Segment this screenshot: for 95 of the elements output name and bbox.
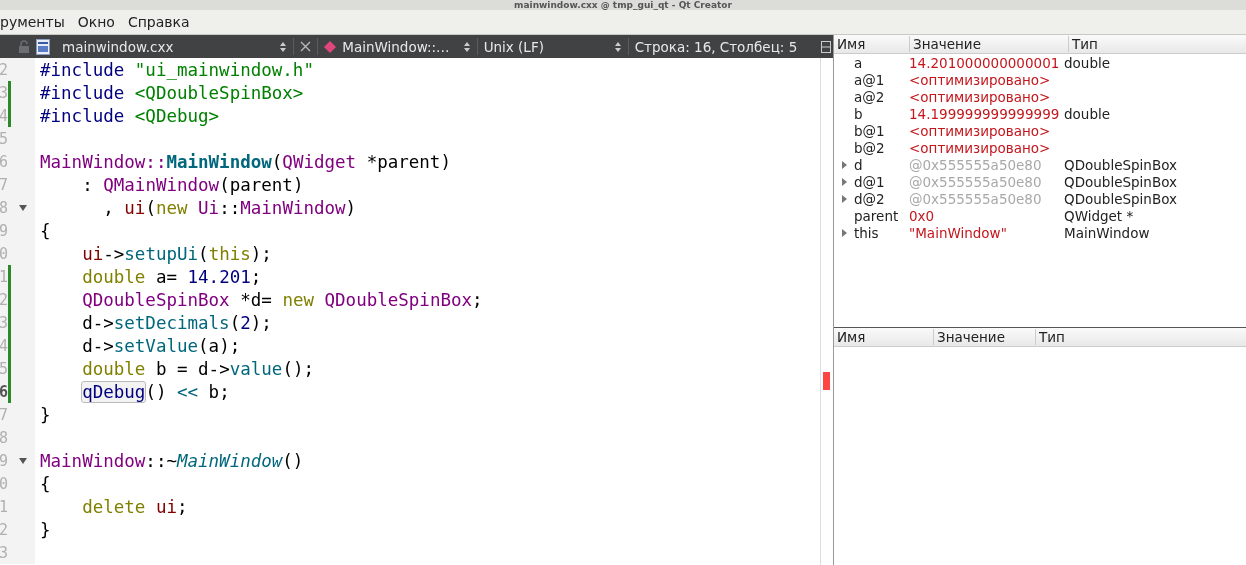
line-ending-dropdown[interactable]: Unix (LF) bbox=[483, 38, 608, 55]
variable-name: this bbox=[854, 224, 879, 241]
line-number: 7 bbox=[0, 404, 8, 426]
variable-name: d bbox=[854, 156, 863, 173]
line-number: 6 bbox=[0, 151, 8, 173]
variable-name: a@1 bbox=[854, 71, 885, 88]
variable-type: double bbox=[1064, 54, 1110, 71]
line-number: 1 bbox=[0, 266, 8, 288]
variable-name: b@2 bbox=[854, 139, 885, 156]
variable-value: "MainWindow" bbox=[909, 224, 1007, 241]
line-number: 7 bbox=[0, 174, 8, 196]
line-number: 3 bbox=[0, 542, 8, 564]
code-line: { bbox=[40, 473, 51, 494]
variable-value: @0x555555a50e80 bbox=[909, 156, 1042, 173]
line-number: 3 bbox=[0, 312, 8, 334]
line-number: 3 bbox=[0, 82, 8, 104]
fold-arrow-icon[interactable] bbox=[19, 457, 27, 464]
variable-name: parent bbox=[854, 207, 899, 224]
variable-name: a bbox=[854, 54, 863, 71]
code-line: } bbox=[40, 404, 51, 425]
code-line: d->setDecimals(2); bbox=[81, 312, 272, 333]
column-header[interactable]: Имя bbox=[834, 329, 933, 345]
code-line: , ui(new Ui::MainWindow) bbox=[102, 197, 357, 218]
variable-type: QDoubleSpinBox bbox=[1064, 156, 1177, 173]
line-number: 9 bbox=[0, 220, 8, 242]
line-number: 2 bbox=[0, 519, 8, 541]
variable-type: MainWindow bbox=[1064, 224, 1150, 241]
variable-type: QWidget * bbox=[1064, 207, 1134, 224]
menu-item[interactable]: Окно bbox=[73, 14, 124, 30]
variable-value: <оптимизировано> bbox=[909, 122, 1051, 139]
line-number: 5 bbox=[0, 358, 8, 380]
up-down-arrows-icon bbox=[613, 40, 622, 53]
variable-type: QDoubleSpinBox bbox=[1064, 173, 1177, 190]
menu-item[interactable]: Справка bbox=[123, 14, 199, 30]
line-number: 2 bbox=[0, 289, 8, 311]
variable-value: @0x555555a50e80 bbox=[909, 173, 1042, 190]
scroll-marker bbox=[823, 372, 830, 390]
code-line: d->setValue(a); bbox=[81, 335, 241, 356]
line-number: 2 bbox=[0, 59, 8, 81]
variable-value: 14.201000000000001 bbox=[909, 54, 1060, 71]
code-line: ui->setupUi(this); bbox=[81, 243, 272, 264]
diamond-icon bbox=[324, 40, 337, 53]
variable-name: d@2 bbox=[854, 190, 885, 207]
code-line: MainWindow::~MainWindow() bbox=[40, 450, 304, 471]
cursor-position[interactable]: Строка: 16, Столбец: 5 bbox=[634, 38, 815, 55]
code-line: #include <QDebug> bbox=[40, 105, 220, 126]
code-line: QDoubleSpinBox *d= new QDoubleSpinBox; bbox=[81, 289, 483, 310]
line-number: 8 bbox=[0, 197, 8, 219]
menu-item[interactable]: рументы bbox=[0, 14, 74, 30]
fold-arrow-icon[interactable] bbox=[19, 204, 27, 211]
up-down-arrows-icon bbox=[279, 40, 288, 53]
expand-arrow-icon[interactable] bbox=[841, 228, 847, 237]
line-number: 1 bbox=[0, 496, 8, 518]
up-down-arrows-icon bbox=[462, 40, 471, 53]
column-header[interactable]: Имя bbox=[834, 36, 909, 52]
line-number: 0 bbox=[0, 243, 8, 265]
variable-value: 14.199999999999999 bbox=[909, 105, 1060, 122]
variable-value: 0x0 bbox=[909, 207, 935, 224]
code-line: { bbox=[40, 220, 51, 241]
code-line: double a= 14.201; bbox=[81, 266, 262, 287]
variable-name: b bbox=[854, 105, 863, 122]
code-line: : QMainWindow(parent) bbox=[81, 174, 304, 195]
code-line: qDebug() << b; bbox=[81, 381, 230, 402]
symbol-dropdown[interactable]: MainWindow::… bbox=[342, 38, 457, 55]
code-line: MainWindow::MainWindow(QWidget *parent) bbox=[40, 151, 451, 172]
variable-name: b@1 bbox=[854, 122, 885, 139]
variable-type: QDoubleSpinBox bbox=[1064, 190, 1177, 207]
variable-value: @0x555555a50e80 bbox=[909, 190, 1042, 207]
file-name-dropdown[interactable]: mainwindow.cxx bbox=[62, 38, 274, 55]
column-header[interactable]: Тип bbox=[1068, 36, 1246, 52]
variable-name: a@2 bbox=[854, 88, 885, 105]
code-line: delete ui; bbox=[81, 496, 188, 517]
line-number: 6 bbox=[0, 381, 8, 403]
code-line: #include "ui_mainwindow.h" bbox=[40, 59, 314, 80]
line-number: 4 bbox=[0, 335, 8, 357]
close-icon[interactable] bbox=[300, 41, 312, 52]
variable-name: d@1 bbox=[854, 173, 885, 190]
code-line: double b = d->value(); bbox=[81, 358, 314, 379]
split-icon[interactable] bbox=[821, 39, 833, 54]
code-line: #include <QDoubleSpinBox> bbox=[40, 82, 304, 103]
line-number: 9 bbox=[0, 450, 8, 472]
column-header[interactable]: Значение bbox=[933, 329, 1035, 345]
line-number: 8 bbox=[0, 427, 8, 449]
variable-value: <оптимизировано> bbox=[909, 88, 1051, 105]
column-header[interactable]: Значение bbox=[909, 36, 1068, 52]
variable-value: <оптимизировано> bbox=[909, 139, 1051, 156]
line-number: 0 bbox=[0, 473, 8, 495]
line-number: 4 bbox=[0, 105, 8, 127]
window-title: mainwindow.cxx @ tmp_gui_qt - Qt Creator bbox=[514, 0, 732, 10]
variable-value: <оптимизировано> bbox=[909, 71, 1051, 88]
variable-type: double bbox=[1064, 105, 1110, 122]
column-header[interactable]: Тип bbox=[1035, 329, 1246, 345]
file-icon bbox=[36, 38, 50, 55]
line-number: 5 bbox=[0, 128, 8, 150]
code-line: } bbox=[40, 519, 51, 540]
